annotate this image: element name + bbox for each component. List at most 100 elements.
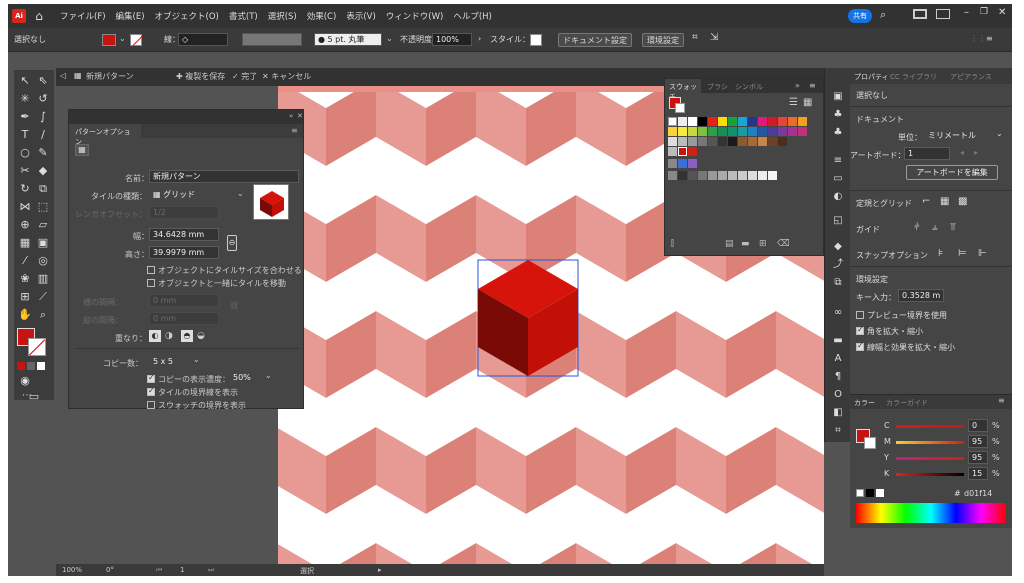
zoom-select[interactable]: 100% — [62, 566, 82, 574]
panel-close-icon[interactable]: ✕ — [297, 112, 303, 120]
black-color-icon[interactable] — [866, 489, 874, 497]
yellow-slider[interactable] — [896, 457, 964, 460]
fit-tile-checkbox[interactable]: オブジェクトにタイルサイズを合わせる — [147, 265, 302, 276]
free-transform-tool-icon[interactable]: ⬚ — [34, 198, 52, 216]
libraries-icon[interactable]: ⧉ — [831, 276, 845, 290]
new-group-icon[interactable]: ▬ — [741, 239, 750, 249]
selection-tool-icon[interactable]: ↖ — [16, 72, 34, 90]
control-menu-icon[interactable]: ≡ — [986, 34, 993, 43]
stroke-panel-icon[interactable]: ≡ — [831, 154, 845, 168]
swatch[interactable] — [718, 117, 727, 126]
align-icon[interactable]: ⋮⋮ — [970, 34, 986, 43]
link-icon[interactable]: ⊖ — [227, 235, 237, 251]
pattern-name-input[interactable]: 新規パターン — [149, 170, 299, 183]
artboards-icon[interactable]: ▣ — [831, 90, 845, 104]
swatch[interactable] — [698, 137, 707, 146]
swatch[interactable] — [778, 127, 787, 136]
swatch[interactable] — [678, 137, 687, 146]
gradient-mode-icon[interactable] — [27, 362, 35, 370]
brushes-tab[interactable]: ブラシ — [707, 82, 728, 92]
swatch-folder[interactable] — [668, 147, 677, 156]
show-tile-edge-checkbox[interactable]: タイルの境界線を表示 — [147, 386, 238, 398]
yellow-value[interactable]: 95 — [968, 451, 988, 464]
save-copy-button[interactable]: ✚ 複製を保存 — [176, 71, 225, 82]
direct-selection-tool-icon[interactable]: ⇖ — [34, 72, 52, 90]
transform-panel-icon[interactable]: ⌗ — [831, 424, 845, 438]
paragraph-icon[interactable]: ¶ — [831, 370, 845, 384]
overlap-bottom-icon[interactable]: ◒ — [197, 331, 205, 341]
swatch-selected[interactable] — [678, 147, 687, 156]
swatch[interactable] — [758, 171, 767, 180]
blend-tool-icon[interactable]: ◎ — [34, 252, 52, 270]
units-dropdown-icon[interactable]: ⌄ — [996, 129, 1003, 138]
artboard-tool-icon[interactable]: ⊞ — [16, 288, 34, 306]
pencil-tool-icon[interactable]: ✎ — [34, 144, 52, 162]
black-slider[interactable] — [896, 473, 964, 476]
menu-edit[interactable]: 編集(E) — [116, 10, 145, 22]
line-tool-icon[interactable]: ∕ — [34, 126, 52, 144]
lasso-tool-icon[interactable]: ↺ — [34, 90, 52, 108]
swatches-menu-icon[interactable]: ≡ — [809, 81, 816, 90]
swatch[interactable] — [688, 127, 697, 136]
align-panel-icon[interactable]: ▬ — [831, 334, 845, 348]
artboard-select[interactable]: 1 — [904, 147, 950, 160]
home-icon[interactable]: ⌂ — [32, 9, 46, 23]
overlap-left-icon[interactable]: ◐ — [149, 330, 161, 342]
swatch-registration[interactable] — [678, 117, 687, 126]
swatch-folder[interactable] — [668, 171, 677, 180]
color-stroke-box[interactable] — [864, 437, 876, 449]
swatch[interactable] — [738, 137, 747, 146]
artboard-number[interactable]: 1 — [180, 566, 184, 574]
mesh-tool-icon[interactable]: ▦ — [16, 234, 34, 252]
rotate-tool-icon[interactable]: ↻ — [16, 180, 34, 198]
symbol-sprayer-tool-icon[interactable]: ❀ — [16, 270, 34, 288]
list-view-icon[interactable]: ☰ — [789, 97, 798, 108]
width-tool-icon[interactable]: ⋈ — [16, 198, 34, 216]
pen-tool-icon[interactable]: ✒ — [16, 108, 34, 126]
scissors-tool-icon[interactable]: ✂ — [16, 162, 34, 180]
white-color-icon[interactable] — [876, 489, 884, 497]
done-button[interactable]: ✓ 完了 — [232, 71, 257, 82]
hand-tool-icon[interactable]: ✋ — [16, 306, 34, 324]
image-trace-icon[interactable]: ◱ — [831, 214, 845, 228]
swatch[interactable] — [688, 159, 697, 168]
back-arrow-icon[interactable]: ◁ — [60, 71, 66, 80]
share-button[interactable]: 共有 — [848, 9, 872, 23]
swatch[interactable] — [798, 127, 807, 136]
grid-view-icon[interactable]: ▦ — [803, 97, 812, 108]
swatch[interactable] — [678, 159, 687, 168]
status-arrow-icon[interactable]: ▸ — [378, 566, 382, 574]
layers-icon[interactable]: ◆ — [831, 240, 845, 254]
swatch[interactable] — [708, 171, 717, 180]
swatch[interactable] — [718, 171, 727, 180]
swatch[interactable] — [678, 171, 687, 180]
swatch[interactable] — [668, 127, 677, 136]
arrange-docs-icon[interactable]: ⇲ — [710, 32, 718, 43]
swatch[interactable] — [778, 117, 787, 126]
collapse-icon[interactable]: » — [289, 112, 293, 120]
cyan-value[interactable]: 0 — [968, 419, 988, 432]
scale-tool-icon[interactable]: ⧉ — [34, 180, 52, 198]
swatch[interactable] — [728, 127, 737, 136]
ruler-icon[interactable]: ⌐ — [922, 196, 930, 207]
document-settings-button[interactable]: ドキュメント設定 — [558, 33, 632, 47]
cancel-button[interactable]: ✕ キャンセル — [262, 71, 311, 82]
grid-icon[interactable]: ▦ — [940, 196, 949, 207]
move-tile-checkbox[interactable]: オブジェクトと一緒にタイルを移動 — [147, 278, 286, 289]
tile-tool-icon[interactable]: ▦ — [75, 144, 89, 156]
tile-type-select[interactable]: ▦ グリッド — [149, 188, 244, 201]
color-tab[interactable]: カラー — [854, 398, 875, 408]
menu-select[interactable]: 選択(S) — [268, 10, 297, 22]
eraser-tool-icon[interactable]: ◆ — [34, 162, 52, 180]
new-swatch-icon[interactable]: ⊞ — [759, 239, 767, 249]
swatch[interactable] — [688, 147, 697, 156]
eyedropper-tool-icon[interactable]: ⁄ — [16, 252, 34, 270]
restore-icon[interactable]: ❐ — [980, 7, 988, 17]
color-mode-icon[interactable] — [17, 362, 25, 370]
dim-dropdown-icon[interactable]: ⌄ — [265, 371, 272, 380]
style-swatch[interactable] — [530, 34, 542, 46]
workspace-icon[interactable] — [913, 9, 927, 19]
magenta-slider[interactable] — [896, 441, 964, 444]
club-icon[interactable]: ♣ — [831, 126, 845, 140]
swatch[interactable] — [768, 171, 777, 180]
